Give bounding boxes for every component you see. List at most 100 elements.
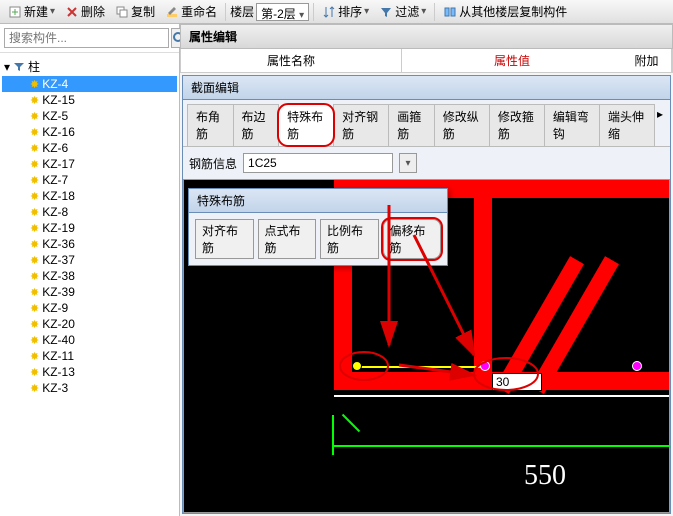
tree-item[interactable]: ✸KZ-19 [2, 220, 177, 236]
dropdown-icon: ▾ [364, 6, 369, 17]
star-icon: ✸ [30, 334, 39, 347]
star-icon: ✸ [30, 190, 39, 203]
layer-value: 第-2层 [261, 7, 296, 21]
tree-item[interactable]: ✸KZ-36 [2, 236, 177, 252]
tabs-overflow-icon[interactable]: ▸ [654, 104, 666, 146]
section-tab[interactable]: 画箍筋 [388, 104, 435, 146]
tree-item[interactable]: ✸KZ-4 [2, 76, 177, 92]
tree-root-label: 柱 [28, 58, 40, 75]
dimension-arrow [342, 414, 360, 432]
popup-button[interactable]: 偏移布筋 [383, 219, 442, 259]
star-icon: ✸ [30, 222, 39, 235]
tree-item[interactable]: ✸KZ-39 [2, 284, 177, 300]
new-button[interactable]: 新建▾ [4, 1, 59, 22]
star-icon: ✸ [30, 270, 39, 283]
star-icon: ✸ [30, 302, 39, 315]
dropdown-icon: ▾ [406, 158, 411, 169]
section-tab[interactable]: 特殊布筋 [278, 104, 334, 146]
rebar-info-row: 钢筋信息 ▾ [183, 147, 670, 179]
popup-title: 特殊布筋 [189, 189, 447, 213]
filter-label: 过滤 [395, 3, 419, 20]
tree-root[interactable]: ▾柱 [2, 57, 177, 76]
tree-item[interactable]: ✸KZ-16 [2, 124, 177, 140]
star-icon: ✸ [30, 238, 39, 251]
popup-button[interactable]: 对齐布筋 [195, 219, 254, 259]
offset-input[interactable] [492, 373, 542, 391]
prop-value-col: 属性值 [402, 49, 622, 72]
tree-item[interactable]: ✸KZ-18 [2, 188, 177, 204]
rebar-node[interactable] [480, 361, 490, 371]
right-panel: 属性编辑 属性名称 属性值 附加 截面编辑 布角筋布边筋特殊布筋对齐钢筋画箍筋修… [180, 24, 673, 516]
search-row [0, 24, 179, 53]
rebar-node[interactable] [352, 361, 362, 371]
dimension-tick [332, 415, 334, 455]
tree-item[interactable]: ✸KZ-6 [2, 140, 177, 156]
separator [225, 3, 226, 21]
section-canvas[interactable]: 550 特殊布筋 对齐布筋点式布筋比例布筋偏移布筋 [183, 179, 670, 513]
main-toolbar: 新建▾ 删除 复制 重命名 楼层 第-2层 ▾ 排序▾ 过滤▾ 从其他楼层复制构… [0, 0, 673, 24]
section-tab[interactable]: 端头伸缩 [599, 104, 655, 146]
tree-item[interactable]: ✸KZ-9 [2, 300, 177, 316]
tree-item-label: KZ-5 [42, 109, 68, 123]
tree[interactable]: ▾柱 ✸KZ-4✸KZ-15✸KZ-5✸KZ-16✸KZ-6✸KZ-17✸KZ-… [0, 53, 179, 516]
filter-icon [379, 5, 393, 19]
tree-item-label: KZ-37 [42, 253, 75, 267]
star-icon: ✸ [30, 174, 39, 187]
rename-label: 重命名 [181, 3, 217, 20]
tree-item[interactable]: ✸KZ-20 [2, 316, 177, 332]
rename-icon [165, 5, 179, 19]
sort-button[interactable]: 排序▾ [318, 1, 373, 22]
star-icon: ✸ [30, 78, 39, 91]
rebar-info-input[interactable] [243, 153, 393, 173]
section-tab[interactable]: 修改纵筋 [434, 104, 490, 146]
tree-item[interactable]: ✸KZ-11 [2, 348, 177, 364]
tree-item[interactable]: ✸KZ-37 [2, 252, 177, 268]
popup-button[interactable]: 比例布筋 [320, 219, 379, 259]
rebar-info-label: 钢筋信息 [189, 155, 237, 172]
copy-button[interactable]: 复制 [111, 1, 159, 22]
rename-button[interactable]: 重命名 [161, 1, 221, 22]
star-icon: ✸ [30, 142, 39, 155]
tree-item-label: KZ-8 [42, 205, 68, 219]
layer-label: 楼层 [230, 3, 254, 20]
tree-item-label: KZ-3 [42, 381, 68, 395]
copy-from-button[interactable]: 从其他楼层复制构件 [439, 1, 571, 22]
dimension-line [332, 445, 670, 447]
layer-select[interactable]: 第-2层 ▾ [256, 3, 309, 21]
tree-item[interactable]: ✸KZ-15 [2, 92, 177, 108]
search-input[interactable] [4, 28, 169, 48]
rebar-node[interactable] [632, 361, 642, 371]
popup-button[interactable]: 点式布筋 [258, 219, 317, 259]
section-tabs: 布角筋布边筋特殊布筋对齐钢筋画箍筋修改纵筋修改箍筋编辑弯钩端头伸缩▸ [183, 100, 670, 147]
tree-item-label: KZ-13 [42, 365, 75, 379]
section-tab[interactable]: 布角筋 [187, 104, 234, 146]
section-tab[interactable]: 布边筋 [233, 104, 280, 146]
tree-item[interactable]: ✸KZ-7 [2, 172, 177, 188]
collapse-icon: ▾ [4, 60, 10, 74]
tree-item-label: KZ-6 [42, 141, 68, 155]
dropdown-icon: ▾ [421, 6, 426, 17]
star-icon: ✸ [30, 126, 39, 139]
star-icon: ✸ [30, 382, 39, 395]
tree-item[interactable]: ✸KZ-5 [2, 108, 177, 124]
tree-item-label: KZ-36 [42, 237, 75, 251]
tree-item[interactable]: ✸KZ-13 [2, 364, 177, 380]
tree-item[interactable]: ✸KZ-3 [2, 380, 177, 396]
rebar-info-dropdown[interactable]: ▾ [399, 153, 417, 173]
delete-button[interactable]: 删除 [61, 1, 109, 22]
filter-button[interactable]: 过滤▾ [375, 1, 430, 22]
tree-item[interactable]: ✸KZ-38 [2, 268, 177, 284]
tree-item-label: KZ-40 [42, 333, 75, 347]
tree-item[interactable]: ✸KZ-40 [2, 332, 177, 348]
section-editor: 截面编辑 布角筋布边筋特殊布筋对齐钢筋画箍筋修改纵筋修改箍筋编辑弯钩端头伸缩▸ … [182, 75, 671, 514]
sort-label: 排序 [338, 3, 362, 20]
tree-item[interactable]: ✸KZ-8 [2, 204, 177, 220]
tree-item-label: KZ-11 [42, 349, 74, 363]
star-icon: ✸ [30, 206, 39, 219]
section-tab[interactable]: 编辑弯钩 [544, 104, 600, 146]
tree-item[interactable]: ✸KZ-17 [2, 156, 177, 172]
star-icon: ✸ [30, 350, 39, 363]
property-header: 属性编辑 [180, 24, 673, 49]
section-tab[interactable]: 对齐钢筋 [333, 104, 389, 146]
section-tab[interactable]: 修改箍筋 [489, 104, 545, 146]
